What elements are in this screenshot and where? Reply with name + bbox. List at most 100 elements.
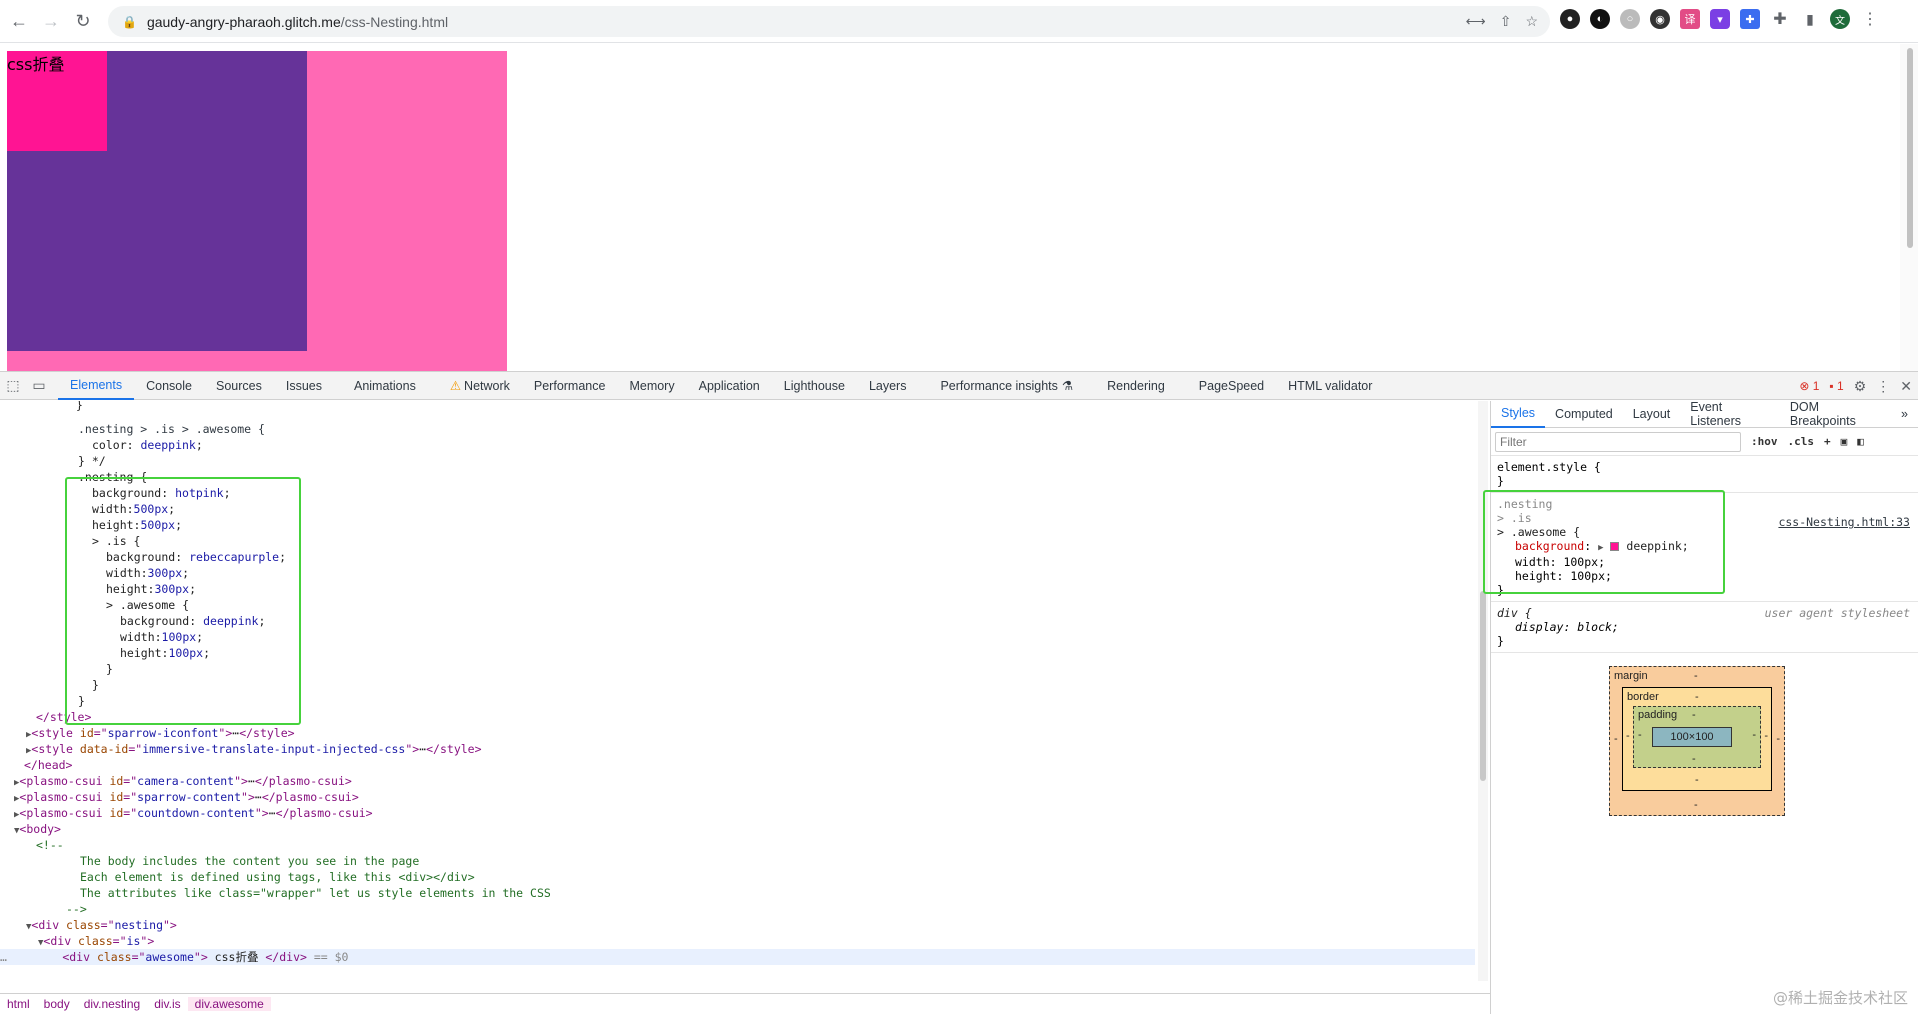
reload-icon[interactable]: ↻ [70, 8, 96, 34]
dom-comment: The body includes the content you see in… [80, 854, 420, 868]
close-icon[interactable]: ✕ [1900, 378, 1912, 395]
inspect-icon[interactable]: ⬚ [0, 372, 26, 400]
tab-elements[interactable]: Elements [58, 372, 135, 400]
annotation-highlight [65, 477, 301, 725]
dom-node[interactable]: ▼<div class="is"> [38, 933, 154, 949]
side-panel-icon[interactable]: ▮ [1800, 9, 1820, 29]
avatar[interactable]: 文 [1830, 9, 1850, 29]
watermark: @稀土掘金技术社区 [1772, 989, 1908, 1007]
extension-icon[interactable]: 译 [1680, 9, 1700, 29]
tab-issues[interactable]: Issues [274, 372, 334, 400]
translate-icon[interactable]: ⟷ [1466, 13, 1486, 30]
device-toggle-icon[interactable]: ▭ [26, 372, 52, 400]
forward-icon[interactable]: → [38, 8, 64, 34]
page-scrollbar[interactable] [1900, 44, 1918, 371]
tab-rendering[interactable]: Rendering [1095, 372, 1177, 400]
dom-comment: --> [66, 902, 87, 916]
settings-gear-icon[interactable]: ⚙ [1854, 378, 1867, 395]
dom-node[interactable]: ▼<div class="nesting"> [26, 917, 177, 933]
tab-event-listeners[interactable]: Event Listeners [1680, 400, 1780, 428]
tab-performance[interactable]: Performance [522, 372, 618, 400]
puzzle-blue-icon[interactable]: ✚ [1740, 9, 1760, 29]
tab-layers[interactable]: Layers [857, 372, 919, 400]
more-tabs-icon[interactable]: » [1891, 401, 1918, 428]
share-icon[interactable]: ⇧ [1500, 13, 1512, 30]
dom-comment[interactable]: <!-- [36, 837, 64, 853]
tab-animations[interactable]: Animations [342, 372, 428, 400]
tab-performance-insights[interactable]: Performance insights ⚗ [928, 372, 1085, 400]
tab-console[interactable]: Console [134, 372, 204, 400]
extensions-puzzle-icon[interactable]: ✚ [1770, 9, 1790, 29]
issue-badge[interactable]: ▪ 1 [1829, 379, 1843, 393]
extensions-bar: ● ◐ ○ ◉ 译 ▾ ✚ ✚ ▮ 文 ⋮ [1560, 9, 1880, 29]
extension-icon[interactable]: ▾ [1710, 9, 1730, 29]
dom-node[interactable]: ▶<plasmo-csui id="sparrow-content">⋯</pl… [14, 789, 359, 805]
annotation-highlight-styles [1483, 490, 1725, 594]
dom-node-selected[interactable]: … <div class="awesome"> css折叠 </div> == … [0, 949, 1475, 965]
github-icon[interactable]: ◉ [1650, 9, 1670, 29]
more-kebab-icon[interactable]: ⋮ [1876, 378, 1890, 395]
add-rule-icon[interactable]: + [1824, 435, 1831, 448]
extension-icon[interactable]: ○ [1620, 9, 1640, 29]
element-style-selector[interactable]: element.style { [1497, 460, 1912, 474]
flask-icon: ⚗ [1061, 379, 1074, 393]
tab-dom-breakpoints[interactable]: DOM Breakpoints [1780, 400, 1891, 428]
box-model-value: - [1695, 774, 1699, 786]
code-line: } */ [78, 454, 106, 468]
back-icon[interactable]: ← [6, 8, 32, 34]
box-model-value: - [1694, 799, 1698, 811]
tab-sources[interactable]: Sources [204, 372, 274, 400]
sidebar-toggle-icon[interactable]: ◧ [1857, 435, 1864, 448]
box-model-value: - [1694, 670, 1698, 682]
tab-network[interactable]: ⚠ Network [438, 372, 522, 400]
cls-toggle[interactable]: .cls [1788, 435, 1815, 448]
tab-computed[interactable]: Computed [1545, 401, 1623, 428]
dom-node[interactable]: ▼<body> [14, 821, 61, 837]
breadcrumb-item[interactable]: div.awesome [187, 997, 271, 1011]
breadcrumb: html body div.nesting div.is div.awesome [0, 993, 1490, 1014]
rule-source-link[interactable]: css-Nesting.html:33 [1778, 515, 1910, 529]
breadcrumb-item[interactable]: html [0, 997, 37, 1011]
dom-node[interactable]: ▶<style data-id="immersive-translate-inp… [26, 741, 482, 757]
dom-node[interactable]: </head> [24, 757, 72, 773]
breadcrumb-item[interactable]: body [37, 997, 77, 1011]
box-model-label: padding [1638, 709, 1678, 721]
dom-node[interactable]: ▶<plasmo-csui id="countdown-content">⋯</… [14, 805, 373, 821]
dom-node[interactable]: ▶<style id="sparrow-iconfont">⋯</style> [26, 725, 295, 741]
hov-toggle[interactable]: :hov [1751, 435, 1778, 448]
error-badge[interactable]: ⊗ 1 [1799, 379, 1819, 393]
is-box: css折叠 [7, 51, 307, 351]
box-model-value: - [1695, 691, 1699, 703]
url-host: gaudy-angry-pharaoh.glitch.me [146, 13, 341, 30]
extension-icon[interactable]: ● [1560, 9, 1580, 29]
dom-node[interactable]: ▶<plasmo-csui id="camera-content">⋯</pla… [14, 773, 352, 789]
box-model-border[interactable]: border - - - - padding - - - - 100×100 [1622, 687, 1772, 791]
dom-comment: Each element is defined using tags, like… [80, 870, 475, 884]
tab-html-validator[interactable]: HTML validator [1276, 372, 1384, 400]
tab-layout[interactable]: Layout [1623, 401, 1681, 428]
bookmark-star-icon[interactable]: ☆ [1525, 13, 1538, 30]
address-bar[interactable]: 🔒 gaudy-angry-pharaoh.glitch.me/css-Nest… [108, 6, 1550, 37]
box-model-value: - [1764, 730, 1768, 742]
breadcrumb-item[interactable]: div.nesting [77, 997, 147, 1011]
tab-memory[interactable]: Memory [617, 372, 686, 400]
devtools-panel: ⬚ ▭ Elements Console Sources Issues Anim… [0, 371, 1918, 1014]
page-viewport: css折叠 [0, 44, 1900, 371]
tab-styles[interactable]: Styles [1491, 401, 1546, 428]
tab-lighthouse[interactable]: Lighthouse [772, 372, 857, 400]
breadcrumb-item[interactable]: div.is [147, 997, 187, 1011]
ua-source: user agent stylesheet [1764, 606, 1910, 620]
styles-filter-input[interactable] [1495, 431, 1741, 452]
box-model-content[interactable]: 100×100 [1652, 727, 1732, 747]
elements-scrollbar[interactable] [1478, 401, 1488, 981]
box-model-margin[interactable]: margin - - - - border - - - - padding - … [1609, 666, 1785, 816]
url-path: /css-Nesting.html [340, 13, 449, 30]
paint-icon[interactable]: ▣ [1841, 435, 1848, 448]
tab-pagespeed[interactable]: PageSpeed [1187, 372, 1276, 400]
lock-icon: 🔒 [122, 14, 137, 29]
menu-kebab-icon[interactable]: ⋮ [1860, 9, 1880, 29]
extension-icon[interactable]: ◐ [1590, 9, 1610, 29]
code-line: color: deeppink; [92, 438, 203, 452]
box-model-padding[interactable]: padding - - - - 100×100 [1633, 706, 1761, 768]
tab-application[interactable]: Application [687, 372, 772, 400]
